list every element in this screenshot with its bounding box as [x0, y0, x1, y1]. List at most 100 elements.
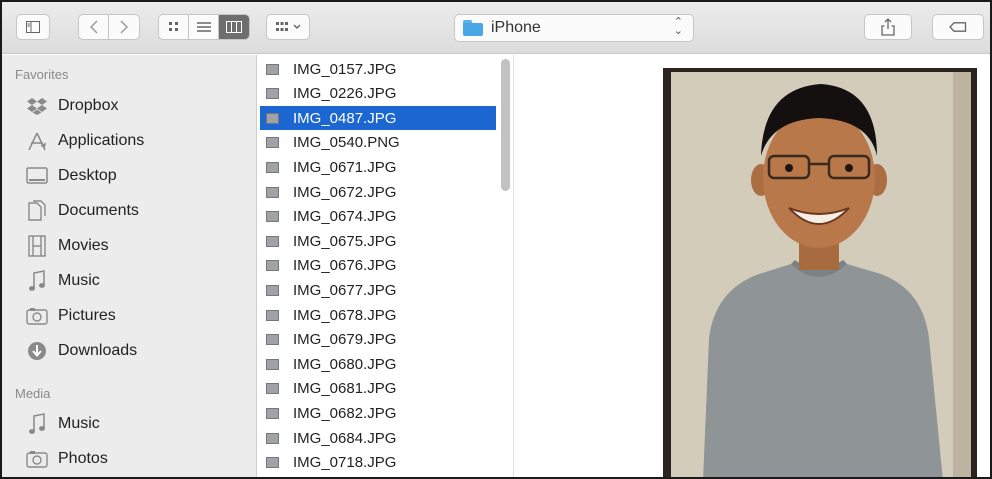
sidebar-item-movies[interactable]: Movies [26, 233, 109, 259]
file-row[interactable]: IMG_0676.JPG [260, 254, 496, 278]
file-row[interactable]: IMG_0682.JPG [260, 401, 496, 425]
preview-pane [515, 55, 990, 477]
sidebar-item-media-music[interactable]: Music [26, 411, 100, 437]
image-thumbnail-icon [266, 358, 279, 370]
sidebar-item-label: Documents [58, 202, 139, 219]
image-thumbnail-icon [266, 161, 279, 173]
image-thumbnail-icon [266, 432, 279, 444]
arrange-button[interactable] [266, 14, 310, 40]
sidebar-item-desktop[interactable]: Desktop [26, 163, 117, 189]
path-label: iPhone [491, 19, 541, 36]
sidebar: Favorites Dropbox Applications Desktop D… [2, 55, 257, 477]
sidebar-section-favorites: Favorites [15, 67, 69, 82]
arrange-icon [276, 22, 288, 31]
file-row[interactable]: IMG_0681.JPG [260, 377, 496, 401]
file-list-column: IMG_0157.JPG IMG_0226.JPG IMG_0487.JPG IMG_… [258, 55, 514, 477]
column-view-icon [226, 21, 242, 33]
sidebar-item-downloads[interactable]: Downloads [26, 338, 137, 364]
sidebar-item-label: Music [58, 415, 100, 432]
file-name: IMG_0680.JPG [293, 355, 397, 373]
file-name: IMG_0679.JPG [293, 331, 397, 349]
photos-icon [26, 448, 48, 470]
tag-button[interactable] [932, 14, 984, 40]
file-name: IMG_0671.JPG [293, 158, 397, 176]
file-name: IMG_0675.JPG [293, 232, 397, 250]
downloads-icon [26, 340, 48, 362]
file-name: IMG_0540.PNG [293, 134, 400, 152]
image-thumbnail-icon [266, 260, 279, 272]
file-row[interactable]: IMG_0679.JPG [260, 328, 496, 352]
sidebar-item-label: Downloads [58, 342, 138, 359]
file-name: IMG_0674.JPG [293, 208, 397, 226]
chevron-down-icon [293, 24, 301, 29]
image-thumbnail-icon [266, 457, 279, 469]
list-view-icon [196, 22, 211, 32]
tag-icon [949, 22, 967, 32]
file-name: IMG_0718.JPG [293, 454, 397, 472]
icon-view-icon [168, 22, 178, 31]
image-thumbnail-icon [266, 88, 279, 100]
sidebar-item-photos[interactable]: Photos [26, 446, 108, 472]
list-view-button[interactable] [189, 15, 219, 39]
sidebar-item-label: Pictures [58, 307, 116, 324]
file-name: IMG_0677.JPG [293, 281, 397, 299]
file-row[interactable]: IMG_0718.JPG [260, 451, 496, 475]
view-mode-group [158, 14, 250, 40]
file-row[interactable]: IMG_0671.JPG [260, 155, 496, 179]
up-down-arrows-icon: ⌃ ⌄ [673, 16, 683, 37]
image-thumbnail-icon [266, 407, 279, 419]
dropbox-icon [26, 95, 48, 117]
sidebar-item-label: Applications [58, 132, 145, 149]
file-row[interactable]: IMG_0226.JPG [260, 82, 496, 106]
desktop-icon [26, 165, 48, 187]
file-row[interactable]: IMG_0674.JPG [260, 205, 496, 229]
file-row[interactable]: IMG_0684.JPG [260, 426, 496, 450]
file-row[interactable]: IMG_0487.JPG [260, 106, 496, 131]
file-row[interactable]: IMG_0719.JPG [260, 475, 496, 477]
file-row[interactable]: IMG_0677.JPG [260, 278, 496, 302]
image-thumbnail-icon [266, 309, 279, 321]
image-thumbnail-icon [266, 235, 279, 247]
icon-view-button[interactable] [159, 15, 189, 39]
image-thumbnail-icon [266, 112, 279, 124]
applications-icon [26, 130, 48, 152]
path-popup[interactable]: iPhone ⌃ ⌄ [454, 14, 694, 42]
file-row[interactable]: IMG_0678.JPG [260, 303, 496, 327]
column-view-button[interactable] [219, 15, 249, 39]
file-row[interactable]: IMG_0680.JPG [260, 352, 496, 376]
music-icon [26, 270, 48, 292]
file-name: IMG_0682.JPG [293, 404, 397, 422]
file-row[interactable]: IMG_0540.PNG [260, 131, 496, 155]
pictures-icon [26, 305, 48, 327]
back-button[interactable] [79, 15, 109, 39]
back-forward-group [78, 14, 140, 40]
file-name: IMG_0672.JPG [293, 183, 397, 201]
sidebar-item-documents[interactable]: Documents [26, 198, 139, 224]
sidebar-item-label: Dropbox [58, 97, 119, 114]
share-icon [881, 18, 895, 36]
sidebar-toggle-button[interactable] [16, 14, 50, 40]
file-row[interactable]: IMG_0675.JPG [260, 229, 496, 253]
sidebar-section-media: Media [15, 386, 51, 401]
image-thumbnail-icon [266, 211, 279, 223]
sidebar-item-pictures[interactable]: Pictures [26, 303, 116, 329]
file-row[interactable]: IMG_0157.JPG [260, 57, 496, 81]
toolbar: iPhone ⌃ ⌄ [2, 2, 990, 54]
forward-button[interactable] [109, 15, 139, 39]
sidebar-item-label: Desktop [58, 167, 117, 184]
sidebar-item-music[interactable]: Music [26, 268, 100, 294]
scrollbar-thumb[interactable] [501, 59, 510, 191]
sidebar-item-applications[interactable]: Applications [26, 128, 144, 154]
image-thumbnail-icon [266, 186, 279, 198]
image-thumbnail-icon [266, 334, 279, 346]
file-name: IMG_0487.JPG [293, 109, 397, 127]
file-row[interactable]: IMG_0672.JPG [260, 180, 496, 204]
share-button[interactable] [864, 14, 912, 40]
file-name: IMG_0676.JPG [293, 257, 397, 275]
sidebar-item-dropbox[interactable]: Dropbox [26, 93, 118, 119]
chevron-right-icon [120, 20, 128, 34]
sidebar-item-label: Music [58, 272, 100, 289]
image-thumbnail-icon [266, 137, 279, 149]
image-thumbnail-icon [266, 284, 279, 296]
file-name: IMG_0684.JPG [293, 429, 397, 447]
